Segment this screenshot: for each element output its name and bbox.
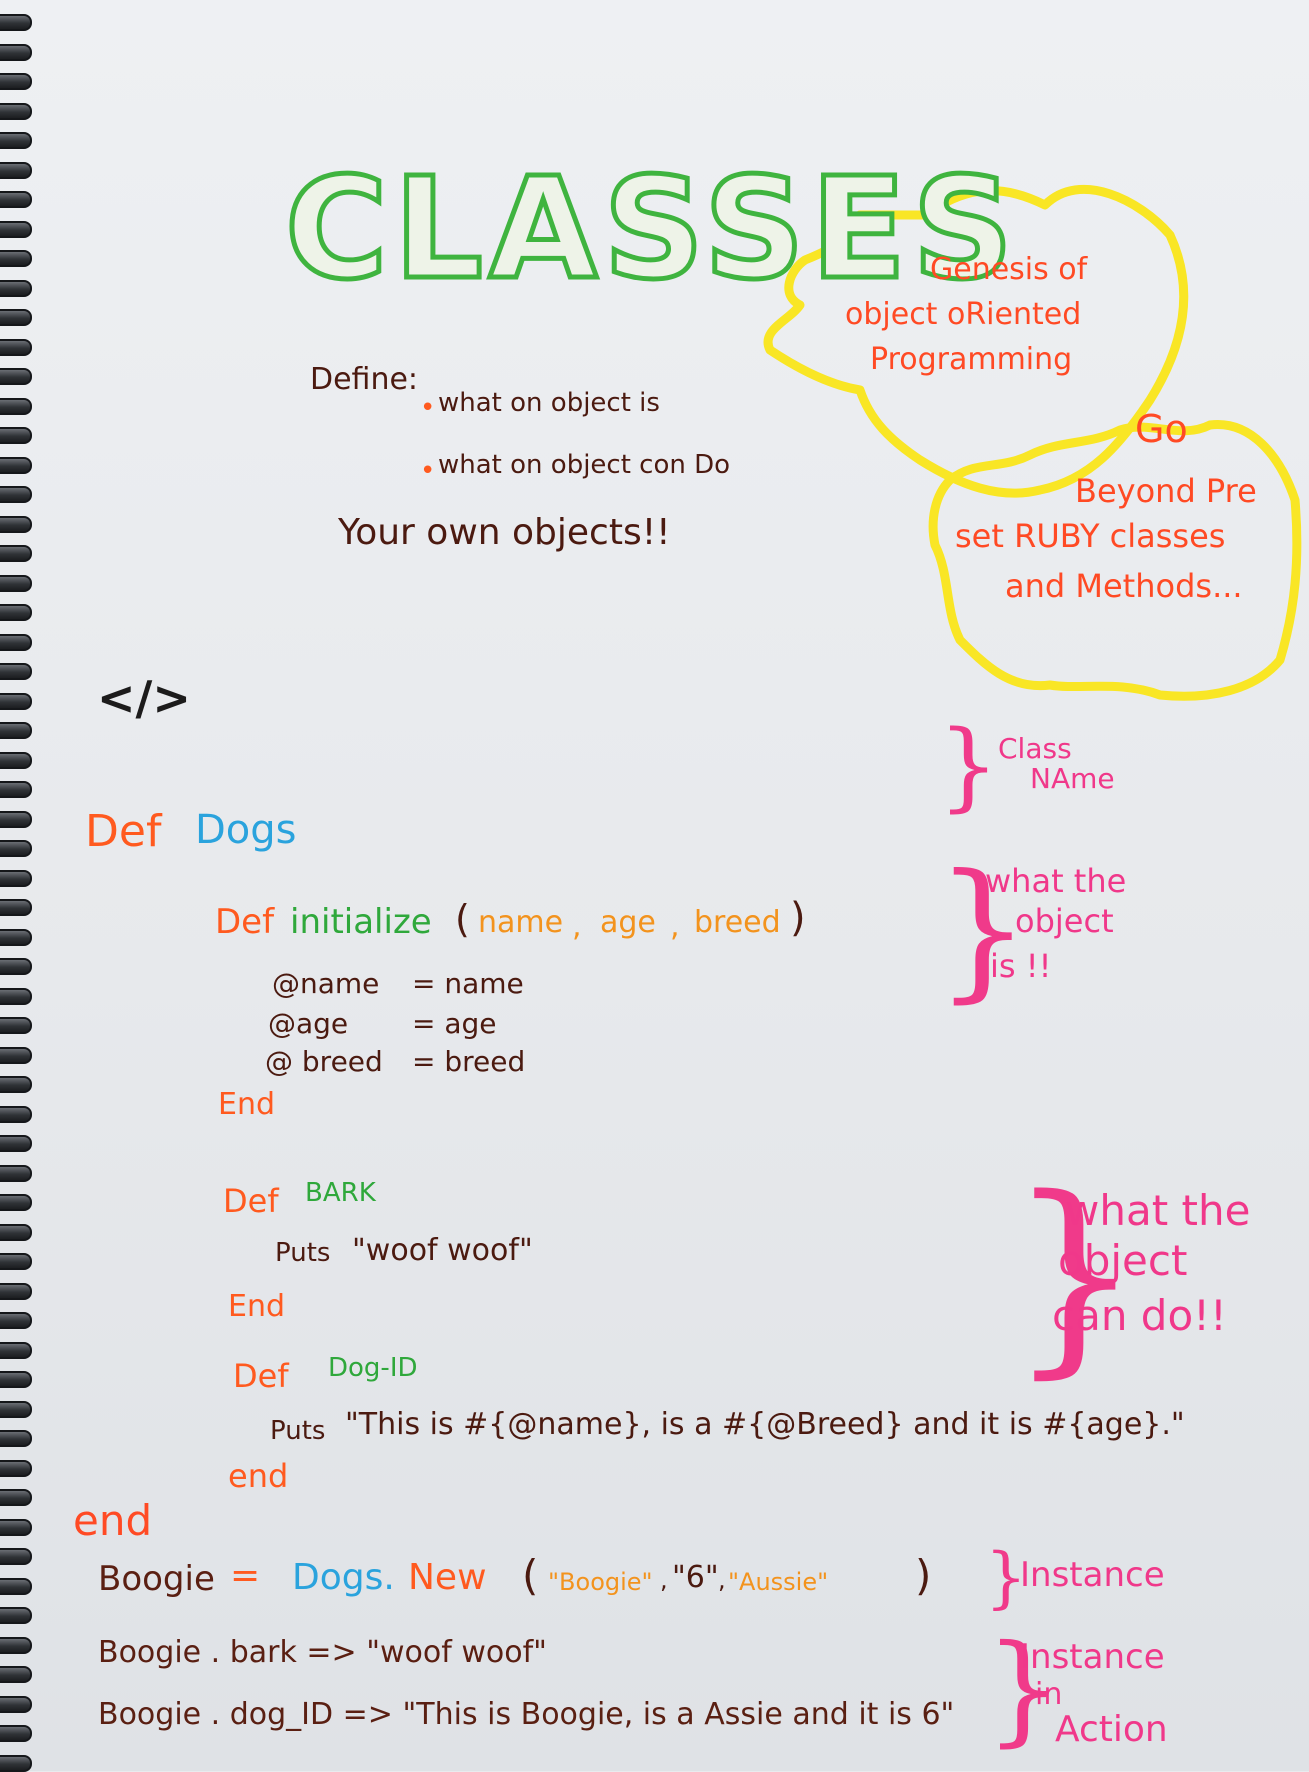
bark-keyword: Def <box>223 1182 279 1220</box>
arg-1: "Boogie" <box>548 1568 653 1596</box>
param-sep: , <box>572 909 582 944</box>
class-keyword: Def <box>85 806 162 857</box>
annotation-do-line-2: object <box>1058 1236 1188 1285</box>
instance-class: Dogs. <box>292 1557 395 1598</box>
assign-breed-var: @ breed <box>265 1045 383 1078</box>
annotation-instance: Instance <box>1020 1555 1165 1595</box>
brace-icon: } <box>938 710 1000 822</box>
define-label: Define: <box>310 362 419 397</box>
instance-new: New <box>408 1557 487 1598</box>
beyond-line-4: and Methods... <box>1005 567 1243 605</box>
dogid-puts: Puts <box>270 1416 326 1446</box>
class-name: Dogs <box>195 807 297 853</box>
assign-age-var: @age <box>268 1007 349 1040</box>
bark-puts: Puts <box>275 1238 331 1268</box>
arg-sep: , <box>660 1566 668 1594</box>
assign-name-val: = name <box>412 967 524 1000</box>
annotation-class-line-1: Class <box>998 732 1072 765</box>
code-icon: </> <box>97 671 191 725</box>
param-breed: breed <box>694 905 781 940</box>
call-dogid: Boogie . dog_ID => "This is Boogie, is a… <box>98 1697 955 1732</box>
bark-end: End <box>228 1289 286 1324</box>
dogid-method-name: Dog-ID <box>328 1353 418 1383</box>
assign-age-val: = age <box>412 1007 497 1040</box>
beyond-line-3: set RUBY classes <box>955 517 1226 555</box>
init-paren-close: ) <box>790 895 806 941</box>
class-end: end <box>73 1496 153 1545</box>
instance-var: Boogie <box>98 1559 215 1599</box>
args-open: ( <box>522 1551 539 1600</box>
annotation-action-line-1: Instance <box>1020 1637 1165 1677</box>
arg-sep: , <box>718 1566 726 1594</box>
beyond-line-1: Go <box>1135 407 1188 451</box>
genesis-line-3: Programming <box>870 342 1073 377</box>
annotation-action-line-2: in <box>1035 1677 1063 1712</box>
notebook-page: CLASSES Define: • what on object is • wh… <box>0 0 1309 1772</box>
assign-name-var: @name <box>272 967 380 1000</box>
genesis-line-1: Genesis of <box>930 252 1088 287</box>
bullet-icon: • <box>420 456 436 486</box>
define-point-2: what on object con Do <box>438 450 731 480</box>
annotation-do-line-1: what the <box>1065 1186 1251 1235</box>
init-method-name: initialize <box>290 902 432 942</box>
genesis-line-2: object oRiented <box>845 297 1082 332</box>
annotation-action-line-3: Action <box>1055 1709 1168 1750</box>
define-point-1: what on object is <box>438 388 660 418</box>
assign-breed-val: = breed <box>412 1045 526 1078</box>
define-closing: Your own objects!! <box>338 512 671 553</box>
page-title: CLASSES <box>282 148 1020 311</box>
dogid-end: end <box>228 1457 289 1495</box>
beyond-line-2: Beyond Pre <box>1075 472 1257 510</box>
annotation-is-line-3: is !! <box>990 947 1052 985</box>
bark-string: "woof woof" <box>352 1233 533 1268</box>
beyond-cloud-outline <box>928 420 1302 701</box>
annotation-is-line-1: what the <box>985 862 1127 900</box>
param-name: name <box>478 905 564 940</box>
annotation-is-line-2: object <box>1015 902 1114 940</box>
call-bark: Boogie . bark => "woof woof" <box>98 1635 547 1670</box>
init-keyword: Def <box>215 902 275 942</box>
annotation-do-line-3: can do!! <box>1052 1291 1227 1340</box>
param-sep: , <box>670 909 680 944</box>
init-paren-open: ( <box>455 897 470 941</box>
annotation-class-line-2: NAme <box>1030 762 1115 795</box>
bullet-icon: • <box>420 393 436 423</box>
dogid-string: "This is #{@name}, is a #{@Breed} and it… <box>345 1407 1185 1442</box>
init-end: End <box>218 1087 276 1122</box>
arg-2: "6" <box>672 1560 719 1595</box>
param-age: age <box>600 905 656 940</box>
bark-method-name: BARK <box>305 1178 376 1208</box>
arg-3: "Aussie" <box>728 1568 829 1596</box>
instance-eq: = <box>230 1555 261 1596</box>
args-close: ) <box>915 1551 932 1600</box>
dogid-keyword: Def <box>233 1357 289 1395</box>
